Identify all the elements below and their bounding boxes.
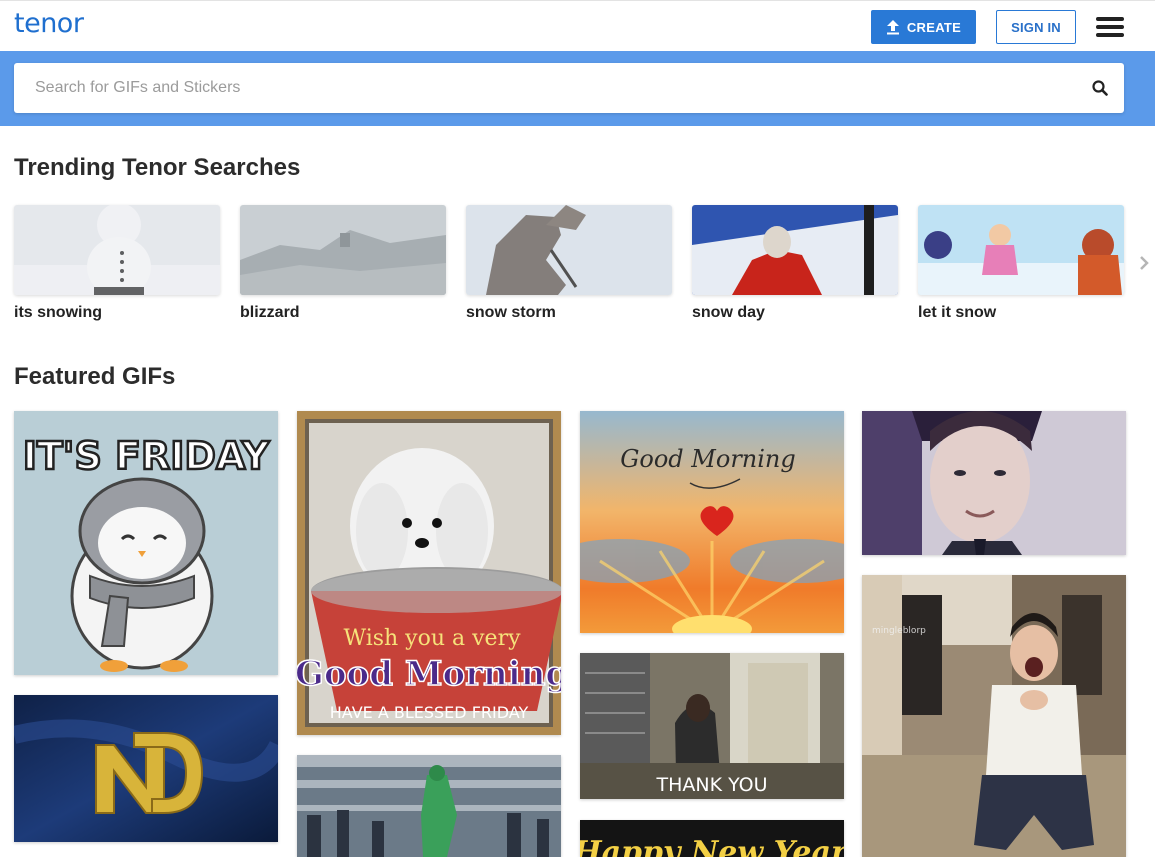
trending-label: let it snow <box>918 304 997 321</box>
gif-crying-man[interactable]: mingleblorp <box>862 575 1126 857</box>
hamburger-menu-icon[interactable] <box>1096 17 1124 37</box>
create-label: CREATE <box>906 19 962 35</box>
gif-notre-dame[interactable] <box>14 695 278 842</box>
featured-title: Featured GIFs <box>14 363 176 390</box>
trending-label: snow day <box>692 304 765 321</box>
blessed-friday-text: HAVE A BLESSED FRIDAY <box>330 703 529 722</box>
top-bar: tenor CREATE SIGN IN <box>0 0 1155 51</box>
trending-title: Trending Tenor Searches <box>14 154 301 181</box>
trending-item-snow-storm[interactable]: snow storm <box>466 205 672 322</box>
search-input[interactable] <box>14 63 1054 113</box>
gif-stadium-crowd[interactable] <box>297 755 561 857</box>
search-band <box>0 51 1155 126</box>
tenor-logo[interactable]: tenor <box>14 8 84 39</box>
sign-in-button[interactable]: SIGN IN <box>996 10 1076 44</box>
trending-thumbnail <box>240 205 446 295</box>
gif-good-morning-sunrise[interactable]: Good Morning <box>580 411 844 633</box>
thank-you-text: THANK YOU <box>655 774 767 796</box>
trending-label: its snowing <box>14 304 102 321</box>
gif-portrait-man[interactable] <box>862 411 1126 555</box>
trending-item-blizzard[interactable]: blizzard <box>240 205 446 322</box>
trending-thumbnail <box>692 205 898 295</box>
trending-item-snow-day[interactable]: snow day <box>692 205 898 322</box>
trending-item-let-it-snow[interactable]: let it snow <box>918 205 1124 322</box>
good-morning-text: Good Morning <box>297 654 561 694</box>
trending-item-its-snowing[interactable]: its snowing <box>14 205 220 322</box>
friday-text: IT'S FRIDAY <box>23 434 270 478</box>
chevron-right-icon[interactable] <box>1137 255 1151 271</box>
watermark-text: mingleblorp <box>872 626 926 636</box>
gif-friday-penguin[interactable]: IT'S FRIDAY <box>14 411 278 675</box>
happy-new-year-text: Happy New Year <box>580 835 844 857</box>
trending-thumbnail <box>14 205 220 295</box>
search-box <box>14 63 1124 113</box>
gif-happy-new-year[interactable]: Happy New Year <box>580 820 844 857</box>
upload-icon <box>886 19 900 35</box>
search-icon[interactable] <box>1092 80 1108 96</box>
trending-label: blizzard <box>240 304 300 321</box>
gif-good-morning-dog[interactable]: Wish you a very Good Morning HAVE A BLES… <box>297 411 561 735</box>
gif-thank-you[interactable]: THANK YOU <box>580 653 844 799</box>
create-button[interactable]: CREATE <box>871 10 976 44</box>
trending-thumbnail <box>466 205 672 295</box>
wish-you-text: Wish you a very <box>343 626 521 651</box>
good-morning-script-text: Good Morning <box>620 445 796 473</box>
trending-label: snow storm <box>466 304 556 321</box>
trending-thumbnail <box>918 205 1124 295</box>
